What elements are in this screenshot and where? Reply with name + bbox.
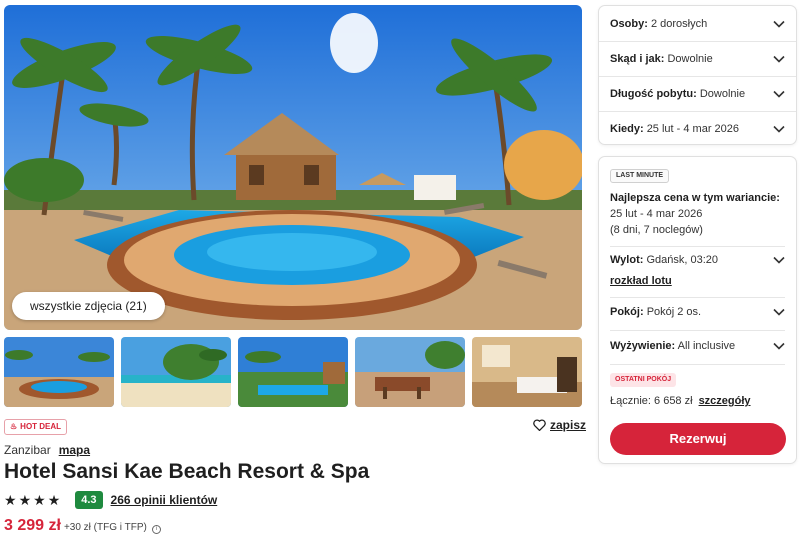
best-price-label: Najlepsza cena w tym wariancie: (610, 192, 780, 204)
chevron-down-icon (773, 125, 785, 133)
persons-selector[interactable]: Osoby: 2 dorosłych (599, 6, 796, 41)
departure-value: Gdańsk, 03:20 (646, 254, 719, 266)
price-value: 3 299 zł (4, 517, 61, 534)
departure-label: Wylot: (610, 254, 644, 266)
divider (610, 364, 785, 365)
flight-schedule-link[interactable]: rozkład lotu (610, 275, 672, 287)
price-details-link[interactable]: szczegóły (699, 395, 751, 407)
hot-deal-badge: ♨ HOT DEAL (4, 419, 68, 435)
divider (610, 246, 785, 247)
chevron-down-icon (773, 55, 785, 63)
thumbnail-terrace[interactable] (355, 337, 465, 407)
chevron-down-icon (773, 20, 785, 28)
persons-value: 2 dorosłych (650, 17, 708, 30)
board-value: All inclusive (677, 340, 736, 352)
chevron-down-icon (773, 90, 785, 98)
all-photos-button[interactable]: wszystkie zdjęcia (21) (12, 292, 165, 320)
board-label: Wyżywienie: (610, 340, 676, 352)
price-extra-fees: +30 zł (TFG i TFP) (63, 522, 147, 533)
thumbnail-beach[interactable] (121, 337, 231, 407)
thumbnail-strip (4, 337, 582, 407)
length-label: Długość pobytu: (610, 88, 697, 100)
last-room-badge: OSTATNI POKÓJ (610, 373, 677, 387)
star-icon: ★ (47, 492, 61, 508)
rating-row: ★ ★ ★ ★ 4.3 266 opinii klientów (4, 491, 217, 509)
divider (610, 330, 785, 331)
room-option[interactable]: Pokój: Pokój 2 os. (610, 306, 785, 318)
offer-panel: LAST MINUTE Najlepsza cena w tym warianc… (598, 156, 797, 464)
chevron-down-icon (773, 256, 785, 264)
when-value: 25 lut - 4 mar 2026 (646, 123, 740, 135)
book-button[interactable]: Rezerwuj (610, 423, 786, 455)
thumbnail-pool[interactable] (4, 337, 114, 407)
when-label: Kiedy: (610, 123, 644, 135)
chevron-down-icon (773, 308, 785, 316)
main-hotel-photo[interactable] (4, 5, 582, 330)
thumbnail-bedroom[interactable] (472, 337, 582, 407)
destination-text: Zanzibar (4, 443, 51, 457)
score-badge: 4.3 (75, 491, 103, 509)
flame-icon: ♨ (10, 422, 18, 431)
star-rating: ★ ★ ★ ★ (4, 492, 60, 508)
room-label: Pokój: (610, 306, 644, 318)
thumbnail-garden-pool[interactable] (238, 337, 348, 407)
star-icon: ★ (18, 492, 32, 508)
price-row: 3 299 zł +30 zł (TFG i TFP) i (4, 517, 161, 535)
location-line: Zanzibar mapa (4, 443, 90, 457)
room-value: Pokój 2 os. (646, 306, 702, 318)
heart-icon (533, 419, 546, 431)
search-params-panel: Osoby: 2 dorosłych Skąd i jak: Dowolnie … (598, 5, 797, 145)
chevron-down-icon (773, 342, 785, 350)
departure-selector[interactable]: Skąd i jak: Dowolnie (599, 41, 796, 76)
from-value: Dowolnie (667, 53, 713, 65)
divider (610, 297, 785, 298)
pool-scene-image (4, 5, 582, 330)
from-label: Skąd i jak: (610, 53, 665, 65)
save-button[interactable]: zapisz (533, 418, 586, 432)
hotel-name-heading: Hotel Sansi Kae Beach Resort & Spa (4, 460, 370, 483)
length-selector[interactable]: Długość pobytu: Dowolnie (599, 76, 796, 111)
reviews-link[interactable]: 266 opinii klientów (111, 493, 218, 507)
last-minute-badge: LAST MINUTE (610, 169, 670, 183)
map-link[interactable]: mapa (59, 443, 90, 457)
total-price: Łącznie: 6 658 zł (610, 395, 693, 407)
persons-label: Osoby: (610, 17, 648, 30)
star-icon: ★ (4, 492, 17, 508)
star-icon: ★ (33, 492, 46, 508)
offer-dates: 25 lut - 4 mar 2026 (610, 208, 703, 220)
date-selector[interactable]: Kiedy: 25 lut - 4 mar 2026 (599, 111, 796, 146)
info-icon[interactable]: i (151, 525, 161, 534)
offer-nights: (8 dni, 7 noclegów) (610, 224, 703, 236)
hot-deal-label: HOT DEAL (20, 422, 62, 431)
total-price-row: Łącznie: 6 658 zł szczegóły (610, 395, 751, 407)
board-option[interactable]: Wyżywienie: All inclusive (610, 340, 785, 352)
departure-option[interactable]: Wylot: Gdańsk, 03:20 (610, 254, 785, 266)
save-label: zapisz (550, 418, 587, 432)
length-value: Dowolnie (699, 88, 746, 100)
